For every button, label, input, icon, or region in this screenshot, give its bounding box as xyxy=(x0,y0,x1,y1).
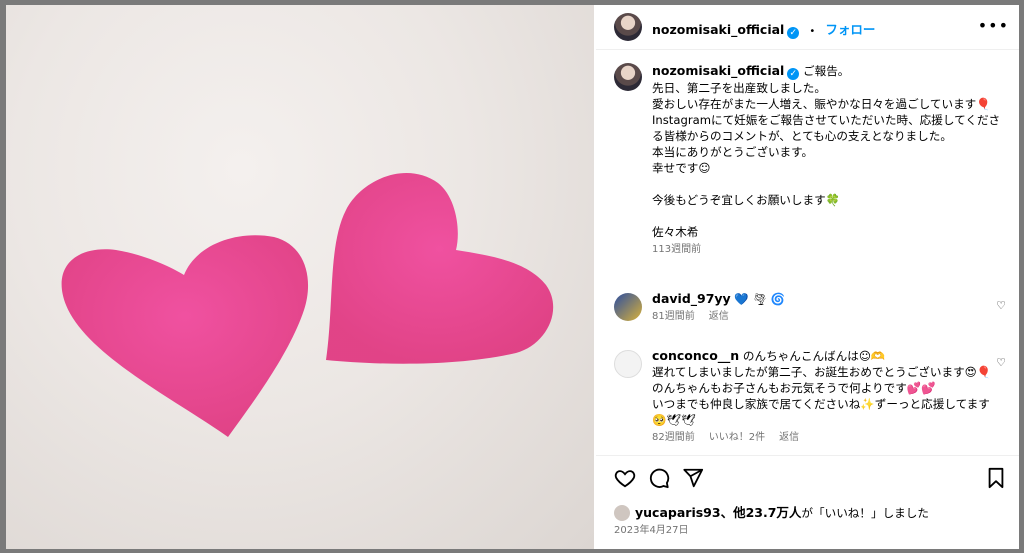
comment-like-icon[interactable]: ♡ xyxy=(996,356,1006,369)
follow-button[interactable]: フォロー xyxy=(825,22,875,37)
avatar[interactable] xyxy=(614,350,642,378)
avatar[interactable] xyxy=(614,505,630,521)
bookmark-icon[interactable] xyxy=(986,467,1006,489)
avatar[interactable] xyxy=(614,293,642,321)
action-bar xyxy=(596,455,1019,500)
caption-username[interactable]: nozomisaki_official xyxy=(652,63,784,78)
verified-icon: ✓ xyxy=(787,68,800,80)
avatar[interactable] xyxy=(614,13,642,41)
header-username[interactable]: nozomisaki_official xyxy=(652,22,784,37)
post-date[interactable]: 2023年4月27日 xyxy=(614,521,689,536)
comment-icon[interactable] xyxy=(648,467,670,489)
comment-time[interactable]: 81週間前 xyxy=(652,311,695,322)
post-header: nozomisaki_official ✓ • フォロー ••• xyxy=(596,5,1019,50)
likes-summary: yucaparis93、他23.7万人が「いいね！」しました xyxy=(614,502,929,521)
post-image[interactable] xyxy=(6,5,594,549)
more-options-icon[interactable]: ••• xyxy=(978,16,1009,35)
hearts-image xyxy=(61,173,554,437)
share-icon[interactable] xyxy=(682,467,704,489)
liker-username[interactable]: yucaparis93 xyxy=(635,505,721,520)
caption-body: ご報告。 先日、第二子を出産致しました。 愛おしい存在がまた一人増え、賑やかな日… xyxy=(652,64,1001,239)
caption-time[interactable]: 113週間前 xyxy=(652,244,701,255)
verified-icon: ✓ xyxy=(787,27,800,39)
comment-like-icon[interactable]: ♡ xyxy=(996,299,1006,312)
comment-username[interactable]: conconco__n xyxy=(652,348,739,363)
comment-text: 💙 🌪 🌀 xyxy=(730,292,786,306)
comment-username[interactable]: david_97yy xyxy=(652,291,731,306)
comment-likes[interactable]: いいね！2件 xyxy=(709,432,765,443)
reply-button[interactable]: 返信 xyxy=(779,432,799,443)
avatar[interactable] xyxy=(614,63,642,91)
post-modal: nozomisaki_official ✓ • フォロー ••• nozomisa… xyxy=(6,5,1019,549)
caption-text: nozomisaki_official ✓ ご報告。 先日、第二子を出産致しました… xyxy=(652,63,1002,258)
separator-dot: • xyxy=(809,26,816,37)
likes-suffix: が「いいね！」しました xyxy=(801,506,929,520)
likes-count[interactable]: 、他23.7万人 xyxy=(721,505,802,520)
post-sidebar: nozomisaki_official ✓ • フォロー ••• nozomisa… xyxy=(596,5,1019,549)
heart-icon[interactable] xyxy=(614,467,636,489)
reply-button[interactable]: 返信 xyxy=(709,311,729,322)
comment-time[interactable]: 82週間前 xyxy=(652,432,695,443)
